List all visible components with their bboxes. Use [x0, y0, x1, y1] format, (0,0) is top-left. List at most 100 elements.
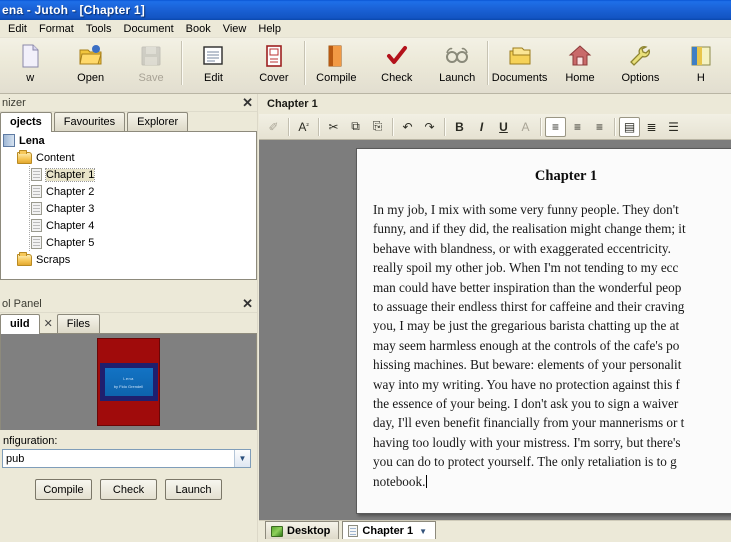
control-panel-caption: ol Panel ✕	[0, 295, 257, 313]
book-icon	[3, 134, 15, 147]
menu-item-edit[interactable]: Edit	[2, 21, 33, 37]
toolbar-button-compile[interactable]: Compile	[306, 38, 366, 90]
control-panel-caption-text: ol Panel	[2, 297, 42, 310]
toolbar-button-label: Edit	[203, 72, 223, 84]
toolbar-button-save: Save	[121, 38, 181, 90]
tree-item-scraps[interactable]: Scraps	[1, 251, 256, 268]
menu-item-format-label: Format	[38, 22, 74, 35]
page-body-text[interactable]: In my job, I mix with some very funny pe…	[373, 200, 731, 491]
tree-item-chapter-2[interactable]: Chapter 2	[1, 183, 256, 200]
document-page[interactable]: Chapter 1 In my job, I mix with some ver…	[356, 148, 731, 514]
document-caption: Chapter 1	[259, 94, 731, 114]
bottom-tab-chapter1-label: Chapter 1	[362, 525, 414, 537]
bottom-tab-chapter1[interactable]: Chapter 1 ▼	[342, 521, 437, 539]
home-icon	[565, 42, 595, 70]
align-right-icon[interactable]: ≡	[589, 117, 610, 137]
font-colour-icon[interactable]: A	[515, 117, 536, 137]
control-panel-close-icon[interactable]: ✕	[242, 297, 253, 310]
tab-files[interactable]: Files	[56, 314, 101, 333]
menu-item-document-label: Document	[123, 22, 174, 35]
tree-item-chapter-3[interactable]: Chapter 3	[1, 200, 256, 217]
toolbar-button-w[interactable]: w	[0, 38, 60, 90]
configuration-dropdown[interactable]: pub ▼	[2, 449, 251, 468]
toolbar-button-launch[interactable]: Launch	[427, 38, 487, 90]
indent-icon[interactable]: ▤	[619, 116, 640, 137]
chevron-down-icon[interactable]: ▼	[419, 527, 427, 536]
format-separator	[318, 117, 320, 136]
new-document-icon	[15, 42, 45, 70]
cut-scissors-icon[interactable]: ✂	[323, 117, 344, 137]
tree-item-label: Chapter 4	[46, 219, 95, 232]
superscript-marker: ²	[306, 123, 309, 130]
tree-item-chapter-4[interactable]: Chapter 4	[1, 217, 256, 234]
document-dock: Chapter 1 ✐ A ² ✂ ⧉ ⎘ ↶ ↷ B I U A ≡ ≡ ≡ ▤ ≣ ☰ Chapter 1 I…	[259, 94, 731, 542]
tab-explorer[interactable]: Explorer	[127, 112, 189, 131]
toolbar-button-edit[interactable]: Edit	[183, 38, 243, 90]
align-center-icon[interactable]: ≡	[567, 117, 588, 137]
italic-icon[interactable]: I	[471, 117, 492, 137]
document-caption-text: Chapter 1	[267, 98, 318, 110]
tab-favourites[interactable]: Favourites	[53, 112, 126, 131]
align-left-icon[interactable]: ≡	[545, 116, 566, 137]
formatting-toolbar: ✐ A ² ✂ ⧉ ⎘ ↶ ↷ B I U A ≡ ≡ ≡ ▤ ≣ ☰	[259, 114, 731, 140]
project-tree[interactable]: Lena Content Chapter 1 Chapter 2 Chapter 3 Ch…	[0, 132, 257, 280]
toolbar-button-open[interactable]: Open	[60, 38, 120, 90]
underline-icon[interactable]: U	[493, 117, 514, 137]
list-bullet-icon[interactable]: ≣	[641, 117, 662, 137]
menu-item-book[interactable]: Book	[180, 21, 217, 37]
toolbar-button-options[interactable]: Options	[610, 38, 670, 90]
tab-build[interactable]: uild	[0, 314, 40, 334]
bottom-tab-desktop-label: Desktop	[287, 525, 331, 537]
redo-icon[interactable]: ↷	[419, 117, 440, 137]
tree-item-chapter-1[interactable]: Chapter 1	[1, 166, 256, 183]
glasses-launch-icon	[442, 42, 472, 70]
organizer-close-icon[interactable]: ✕	[242, 96, 253, 109]
tab-files-label: Files	[66, 318, 91, 330]
format-separator	[614, 117, 616, 136]
copy-icon[interactable]: ⧉	[345, 117, 366, 137]
save-disk-icon	[136, 42, 166, 70]
toolbar-button-cover[interactable]: Cover	[244, 38, 304, 90]
toolbar-button-h[interactable]: H	[671, 38, 731, 90]
document-icon	[31, 202, 42, 215]
launch-button[interactable]: Launch	[165, 479, 222, 500]
tree-item-chapter-5[interactable]: Chapter 5	[1, 234, 256, 251]
open-folder-icon	[76, 42, 106, 70]
menu-bar: Edit Format Tools Document Book View Hel…	[0, 20, 731, 38]
undo-icon[interactable]: ↶	[397, 117, 418, 137]
toolbar-button-home[interactable]: Home	[550, 38, 610, 90]
format-separator	[392, 117, 394, 136]
toolbar-button-check[interactable]: Check	[367, 38, 427, 90]
compile-button[interactable]: Compile	[35, 479, 92, 500]
toolbar-button-documents[interactable]: Documents	[489, 38, 549, 90]
jutoh-application-window: ena - Jutoh - [Chapter 1] Edit Format To…	[0, 0, 731, 542]
tree-item-content[interactable]: Content	[1, 149, 256, 166]
bold-icon[interactable]: B	[449, 117, 470, 137]
menu-item-tools[interactable]: Tools	[80, 21, 118, 37]
bottom-tab-desktop[interactable]: Desktop	[265, 521, 340, 539]
toolbar-button-label: w	[26, 72, 35, 84]
highlighter-icon[interactable]: ✐	[263, 117, 284, 137]
toolbar-button-label: H	[696, 72, 705, 84]
check-button-label: Check	[112, 483, 145, 496]
tab-close-icon[interactable]: ✕	[44, 317, 53, 330]
check-button[interactable]: Check	[100, 479, 157, 500]
toolbar-button-label: Open	[77, 72, 105, 84]
list-number-icon[interactable]: ☰	[663, 117, 684, 137]
launch-button-label: Launch	[175, 483, 212, 496]
folder-icon	[17, 251, 32, 266]
menu-item-format[interactable]: Format	[33, 21, 80, 37]
book-cover-thumbnail[interactable]: Lena by Fido Grendell	[97, 338, 160, 426]
menu-item-help[interactable]: Help	[252, 21, 287, 37]
document-canvas[interactable]: Chapter 1 In my job, I mix with some ver…	[259, 140, 731, 520]
menu-item-document[interactable]: Document	[118, 21, 180, 37]
tab-projects[interactable]: ojects	[0, 112, 52, 132]
menu-item-view[interactable]: View	[217, 21, 253, 37]
format-separator	[288, 117, 290, 136]
tab-explorer-label: Explorer	[137, 116, 179, 128]
tree-item-lena[interactable]: Lena	[1, 132, 256, 149]
font-size-icon[interactable]: A²	[293, 117, 314, 137]
chevron-down-icon[interactable]: ▼	[234, 450, 250, 467]
paste-icon[interactable]: ⎘	[367, 117, 388, 137]
cover-inner-panel: Lena by Fido Grendell	[99, 363, 158, 401]
